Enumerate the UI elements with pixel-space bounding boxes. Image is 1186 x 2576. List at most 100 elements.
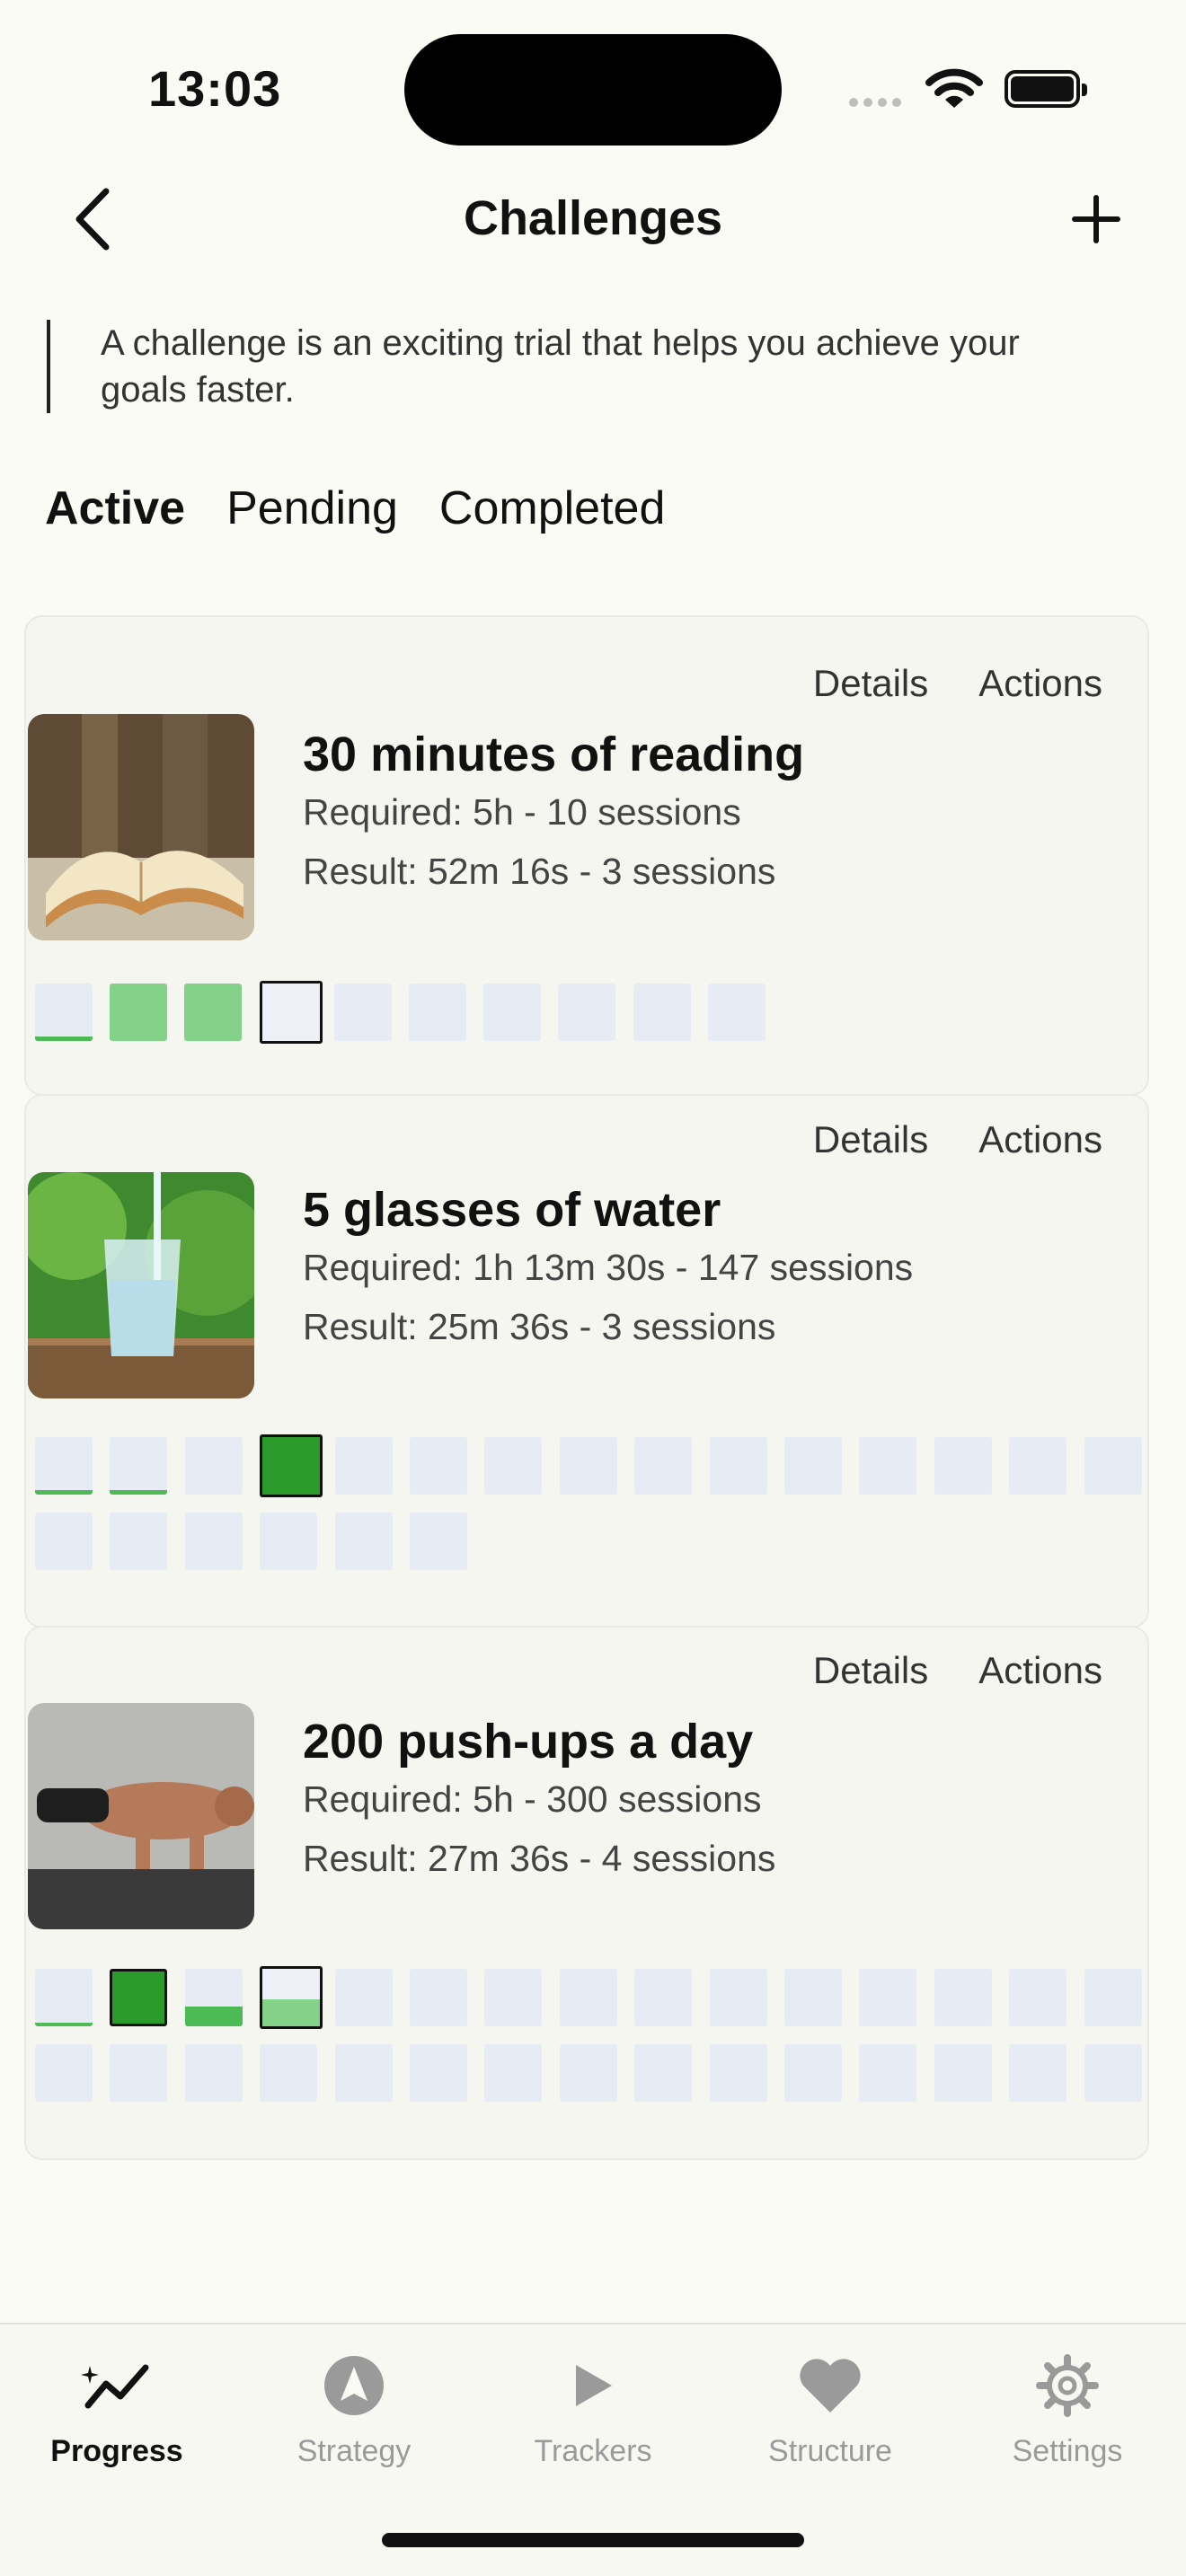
challenge-result: Result: 27m 36s - 4 sessions	[303, 1838, 776, 1879]
session-cell[interactable]	[110, 1513, 167, 1570]
session-cell[interactable]	[410, 2044, 467, 2102]
challenge-title: 200 push-ups a day	[303, 1715, 754, 1769]
challenge-card[interactable]: Details Actions 30 minutes of reading Re…	[24, 615, 1149, 1096]
session-cell-selected[interactable]	[260, 981, 323, 1044]
session-cell[interactable]	[560, 1437, 617, 1495]
challenge-required: Required: 1h 13m 30s - 147 sessions	[303, 1247, 914, 1288]
tab-bar-settings[interactable]: Settings	[960, 2344, 1175, 2469]
challenge-card[interactable]: Details Actions 5 glasses of water Requi…	[24, 1094, 1149, 1628]
session-cell[interactable]	[185, 1437, 243, 1495]
session-cell[interactable]	[560, 2044, 617, 2102]
heart-icon	[800, 2359, 861, 2413]
details-link[interactable]: Details	[813, 1118, 928, 1161]
session-cell[interactable]	[410, 1513, 467, 1570]
session-cell[interactable]	[710, 1969, 767, 2026]
session-cell[interactable]	[708, 984, 766, 1041]
tab-bar-label: Trackers	[534, 2434, 652, 2468]
session-cell[interactable]	[335, 1969, 393, 2026]
plus-icon	[1072, 195, 1120, 243]
actions-link[interactable]: Actions	[978, 1118, 1102, 1161]
session-cell[interactable]	[934, 2044, 992, 2102]
session-cell[interactable]	[335, 1513, 393, 1570]
session-cell[interactable]	[35, 1437, 93, 1495]
session-cell[interactable]	[934, 1969, 992, 2026]
session-cell[interactable]	[784, 1437, 842, 1495]
tab-bar-label: Strategy	[296, 2434, 412, 2468]
session-cell[interactable]	[560, 1969, 617, 2026]
tab-active[interactable]: Active	[45, 481, 185, 535]
challenge-result: Result: 25m 36s - 3 sessions	[303, 1306, 776, 1347]
session-cell[interactable]	[634, 2044, 692, 2102]
session-cell[interactable]	[1084, 1437, 1142, 1495]
session-cell[interactable]	[35, 1969, 93, 2026]
session-cell[interactable]	[1084, 1969, 1142, 2026]
tab-bar-trackers[interactable]: Trackers	[485, 2344, 701, 2469]
tab-bar-structure[interactable]: Structure	[722, 2344, 938, 2469]
session-cell[interactable]	[484, 1969, 542, 2026]
session-cell[interactable]	[710, 1437, 767, 1495]
session-cell[interactable]	[110, 984, 167, 1041]
add-challenge-button[interactable]	[1060, 183, 1132, 255]
session-cell[interactable]	[633, 984, 691, 1041]
details-link[interactable]: Details	[813, 662, 928, 705]
details-link[interactable]: Details	[813, 1649, 928, 1692]
session-cell[interactable]	[184, 984, 242, 1041]
session-cell[interactable]	[483, 984, 541, 1041]
strategy-icon	[324, 2356, 384, 2415]
session-cell[interactable]	[1009, 2044, 1067, 2102]
actions-link[interactable]: Actions	[978, 1649, 1102, 1692]
session-cell[interactable]	[558, 984, 615, 1041]
open-book-image	[28, 714, 254, 940]
battery-icon	[1005, 70, 1087, 108]
wifi-icon	[925, 68, 983, 108]
session-cell[interactable]	[335, 1437, 393, 1495]
session-cell[interactable]	[260, 1513, 317, 1570]
session-cell[interactable]	[1084, 2044, 1142, 2102]
tab-bar-strategy[interactable]: Strategy	[246, 2344, 462, 2469]
actions-link[interactable]: Actions	[978, 662, 1102, 705]
session-cell[interactable]	[185, 2044, 243, 2102]
intro-text: A challenge is an exciting trial that he…	[47, 320, 1107, 413]
session-cell[interactable]	[410, 1437, 467, 1495]
session-cell[interactable]	[484, 2044, 542, 2102]
push-up-image	[28, 1703, 254, 1929]
session-cell[interactable]	[110, 1969, 167, 2026]
session-cell[interactable]	[859, 2044, 916, 2102]
session-cell[interactable]	[784, 2044, 842, 2102]
tab-bar-progress[interactable]: Progress	[9, 2344, 225, 2469]
session-cell[interactable]	[859, 1969, 916, 2026]
session-cell[interactable]	[934, 1437, 992, 1495]
challenge-card[interactable]: Details Actions 200 push-ups a day Requi…	[24, 1626, 1149, 2160]
cellular-signal-icon	[849, 95, 907, 111]
session-cell[interactable]	[1009, 1969, 1067, 2026]
session-cell[interactable]	[1009, 1437, 1067, 1495]
session-cell[interactable]	[859, 1437, 916, 1495]
session-cell[interactable]	[710, 2044, 767, 2102]
challenge-tabs: Active Pending Completed	[45, 481, 665, 535]
session-cell[interactable]	[634, 1437, 692, 1495]
session-cell[interactable]	[334, 984, 392, 1041]
play-icon	[576, 2365, 612, 2406]
session-cell[interactable]	[409, 984, 466, 1041]
session-cell[interactable]	[634, 1969, 692, 2026]
tab-pending[interactable]: Pending	[226, 481, 398, 535]
session-cell[interactable]	[35, 984, 93, 1041]
session-cell[interactable]	[260, 2044, 317, 2102]
session-cell-selected[interactable]	[260, 1966, 323, 2029]
session-cell-selected[interactable]	[260, 1434, 323, 1497]
session-cell[interactable]	[410, 1969, 467, 2026]
tab-completed[interactable]: Completed	[439, 481, 665, 535]
session-cell[interactable]	[185, 1969, 243, 2026]
challenge-result: Result: 52m 16s - 3 sessions	[303, 851, 776, 892]
session-cell[interactable]	[110, 1437, 167, 1495]
session-cell[interactable]	[784, 1969, 842, 2026]
session-cell[interactable]	[185, 1513, 243, 1570]
nav-header: Challenges	[0, 171, 1186, 269]
tab-bar-label: Settings	[1012, 2434, 1123, 2468]
session-cell[interactable]	[335, 2044, 393, 2102]
session-cell[interactable]	[35, 1513, 93, 1570]
session-cell[interactable]	[35, 2044, 93, 2102]
progress-icon	[81, 2364, 149, 2409]
session-cell[interactable]	[484, 1437, 542, 1495]
session-cell[interactable]	[110, 2044, 167, 2102]
